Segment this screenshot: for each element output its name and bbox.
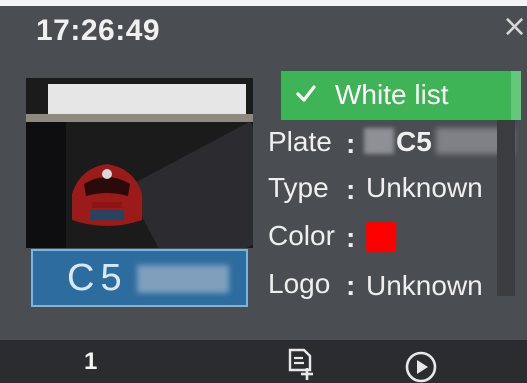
close-icon[interactable]: ×	[502, 12, 527, 42]
plate-value: C5	[396, 126, 432, 157]
white-list-badge: White list	[281, 71, 521, 120]
plate-crop-image: C5	[31, 249, 248, 307]
snapshot-sign	[48, 84, 246, 114]
check-icon	[296, 85, 316, 102]
top-strip	[0, 0, 527, 6]
page-number: 1	[84, 348, 98, 375]
vehicle-snapshot	[26, 78, 253, 248]
color-colon: :	[346, 222, 356, 253]
plate-crop-text: C5	[67, 257, 128, 299]
type-colon: :	[346, 174, 356, 205]
logo-label: Logo	[268, 268, 331, 299]
plate-colon: :	[346, 128, 356, 159]
vehicle-image	[72, 164, 142, 226]
footer-bar	[0, 340, 527, 383]
badge-edge	[511, 71, 521, 120]
type-value: Unknown	[366, 172, 483, 203]
snapshot-shadow	[26, 122, 66, 248]
logo-value: Unknown	[366, 270, 483, 301]
add-document-icon[interactable]	[286, 348, 316, 382]
type-label: Type	[268, 172, 329, 203]
plate-recognition-popup: 17:26:49 × C5 White list Plate : C5 Type…	[0, 0, 527, 383]
details-scrollbar[interactable]	[497, 120, 515, 296]
logo-colon: :	[346, 270, 356, 301]
plate-redaction-front	[364, 128, 394, 154]
snapshot-beam	[26, 114, 253, 122]
color-swatch	[366, 222, 396, 252]
plate-redaction	[137, 265, 229, 293]
capture-time: 17:26:49	[36, 14, 161, 47]
list-badge-label: White list	[335, 79, 449, 110]
plate-label: Plate	[268, 126, 332, 157]
play-icon[interactable]	[404, 350, 438, 383]
color-label: Color	[268, 220, 335, 251]
